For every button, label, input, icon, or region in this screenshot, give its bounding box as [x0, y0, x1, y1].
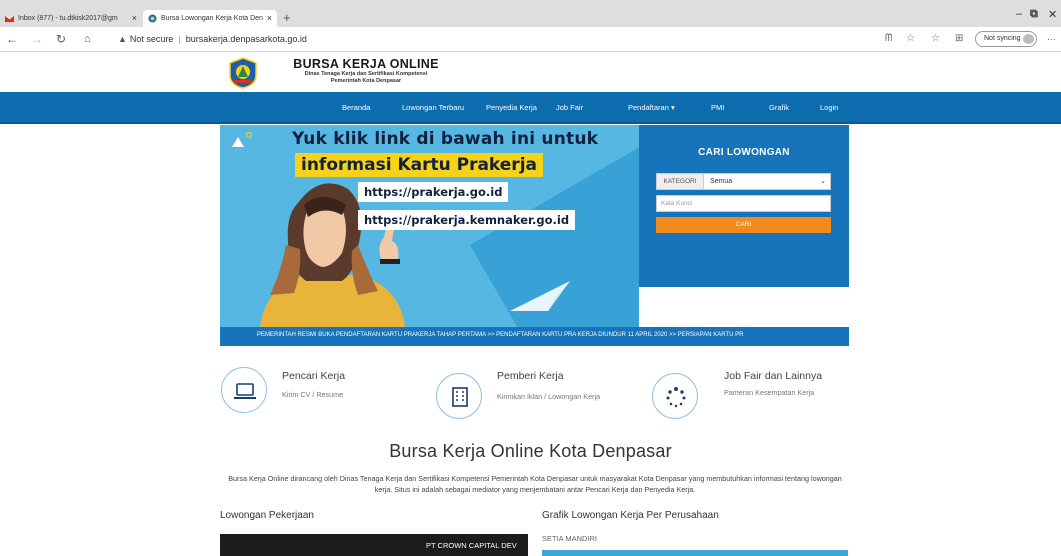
- feature-job-fair-title[interactable]: Job Fair dan Lainnya: [724, 370, 822, 382]
- feature-pemberi-kerja-desc: Kirimkan Iklan / Lowongan Kerja: [497, 392, 601, 401]
- banner-headline-2: informasi Kartu Prakerja: [295, 153, 543, 177]
- url-text: bursakerja.denpasarkota.go.id: [185, 34, 307, 44]
- building-icon: [452, 387, 468, 407]
- feature-pencari-kerja-desc: Kirim CV / Resume: [282, 390, 344, 399]
- minimize-icon[interactable]: –: [1016, 8, 1022, 20]
- category-select[interactable]: KATEGORI Semua ⌄: [656, 173, 831, 190]
- job-card-company: PT CROWN CAPITAL DEV: [426, 541, 517, 550]
- kota-denpasar-logo[interactable]: [228, 57, 258, 89]
- feature-pencari-kerja-circle[interactable]: [221, 367, 267, 413]
- paper-plane-decoration: [510, 281, 570, 311]
- feature-job-fair-desc: Pameran Kesempatan Kerja: [724, 388, 815, 397]
- nav-grafik[interactable]: Grafik: [769, 103, 789, 112]
- about-title: Bursa Kerja Online Kota Denpasar: [389, 441, 672, 461]
- banner-link-prakerja[interactable]: https://prakerja.go.id: [358, 182, 509, 202]
- new-tab-icon[interactable]: +: [283, 10, 291, 25]
- main-navigation: Beranda Lowongan Terbaru Penyedia Kerja …: [0, 92, 1061, 124]
- search-panel: CARI LOWONGAN KATEGORI Semua ⌄ Kata Kunc…: [639, 125, 849, 287]
- tab-title: Inbox (877) - tu.dtkisk2017@gm: [18, 15, 118, 22]
- collections-icon[interactable]: ⊞: [955, 33, 963, 45]
- nav-pendaftaran-dropdown[interactable]: Pendaftaran ▾: [628, 103, 675, 112]
- category-value: Semua: [710, 178, 733, 185]
- keyword-input[interactable]: Kata Kunci: [656, 195, 831, 212]
- nav-job-fair[interactable]: Job Fair: [556, 103, 583, 112]
- sync-label: Not syncing: [984, 35, 1021, 42]
- jobs-section-title: Lowongan Pekerjaan: [220, 510, 314, 521]
- chart-bar: [542, 550, 848, 556]
- refresh-icon[interactable]: ↻: [56, 32, 66, 46]
- chart-company-label: SETIA MANDIRI: [542, 534, 598, 543]
- favorite-star-icon[interactable]: ☆: [906, 33, 915, 45]
- search-panel-footer: [639, 287, 849, 327]
- favorites-list-icon[interactable]: ☆: [931, 33, 940, 45]
- search-button[interactable]: CARI: [656, 217, 831, 233]
- browser-tab-bar: Inbox (877) - tu.dtkisk2017@gm × Bursa L…: [0, 0, 1061, 27]
- close-window-icon[interactable]: ✕: [1048, 8, 1057, 21]
- more-menu-icon[interactable]: ···: [1047, 34, 1056, 44]
- nav-lowongan-terbaru[interactable]: Lowongan Terbaru: [402, 103, 464, 112]
- spinner-icon: [666, 387, 686, 408]
- ticker-text: PEMERINTAH RESMI BUKA PENDAFTARAN KARTU …: [257, 332, 744, 338]
- warning-icon: ▲: [118, 34, 127, 44]
- sync-button[interactable]: Not syncing: [975, 31, 1037, 47]
- search-title: CARI LOWONGAN: [698, 147, 790, 158]
- restore-icon[interactable]: ⧉: [1030, 8, 1038, 21]
- read-aloud-icon[interactable]: ᗰ: [885, 33, 892, 45]
- feature-pemberi-kerja-circle[interactable]: [436, 373, 482, 419]
- news-ticker[interactable]: PEMERINTAH RESMI BUKA PENDAFTARAN KARTU …: [220, 327, 849, 346]
- tab-title: Bursa Lowongan Kerja Kota Den: [161, 15, 263, 22]
- address-bar: ← → ↻ ⌂ ▲ Not secure | bursakerja.denpasark…: [0, 27, 1061, 52]
- banner-headline-1: Yuk klik link di bawah ini untuk: [292, 129, 599, 149]
- feature-pencari-kerja-title[interactable]: Pencari Kerja: [282, 370, 345, 382]
- close-tab-icon[interactable]: ×: [267, 10, 272, 27]
- chart-section-title: Grafik Lowongan Kerja Per Perusahaan: [542, 510, 719, 521]
- feature-job-fair-circle[interactable]: [652, 373, 698, 419]
- laptop-icon: [234, 383, 256, 399]
- feature-pemberi-kerja-title[interactable]: Pemberi Kerja: [497, 370, 564, 382]
- site-subtitle: Dinas Tenaga Kerja dan Sertifikasi Kompe…: [266, 71, 466, 84]
- gmail-icon: [5, 15, 14, 23]
- url-field[interactable]: ▲ Not secure | bursakerja.denpasarkota.go.i…: [118, 33, 307, 45]
- profile-avatar-icon: [1023, 34, 1034, 44]
- chevron-down-icon: ⌄: [820, 178, 826, 185]
- tab-gmail[interactable]: Inbox (877) - tu.dtkisk2017@gm ×: [0, 10, 142, 27]
- nav-login[interactable]: Login: [820, 103, 838, 112]
- site-favicon: [148, 14, 157, 23]
- site-title: BURSA KERJA ONLINE: [293, 57, 439, 71]
- nav-beranda[interactable]: Beranda: [342, 103, 370, 112]
- banner-triangle-decoration: [232, 131, 252, 147]
- nav-pmi[interactable]: PMI: [711, 103, 724, 112]
- back-icon[interactable]: ←: [6, 32, 18, 46]
- nav-penyedia-kerja[interactable]: Penyedia Kerja: [486, 103, 537, 112]
- banner-link-kemnaker[interactable]: https://prakerja.kemnaker.go.id: [358, 210, 576, 230]
- tab-bursa-kerja[interactable]: Bursa Lowongan Kerja Kota Den ×: [143, 10, 277, 27]
- job-card[interactable]: PT CROWN CAPITAL DEV: [220, 534, 528, 556]
- home-icon[interactable]: ⌂: [84, 32, 91, 46]
- prakerja-banner[interactable]: Yuk klik link di bawah ini untuk informa…: [220, 125, 639, 327]
- about-text: Bursa Kerja Online dirancang oleh Dinas …: [228, 474, 842, 494]
- close-tab-icon[interactable]: ×: [132, 10, 137, 27]
- forward-icon[interactable]: →: [31, 32, 43, 46]
- security-label: Not secure: [129, 34, 174, 44]
- category-label: KATEGORI: [657, 174, 704, 189]
- site-subtitle-line2: Pemerintah Kota Denpasar: [330, 77, 402, 84]
